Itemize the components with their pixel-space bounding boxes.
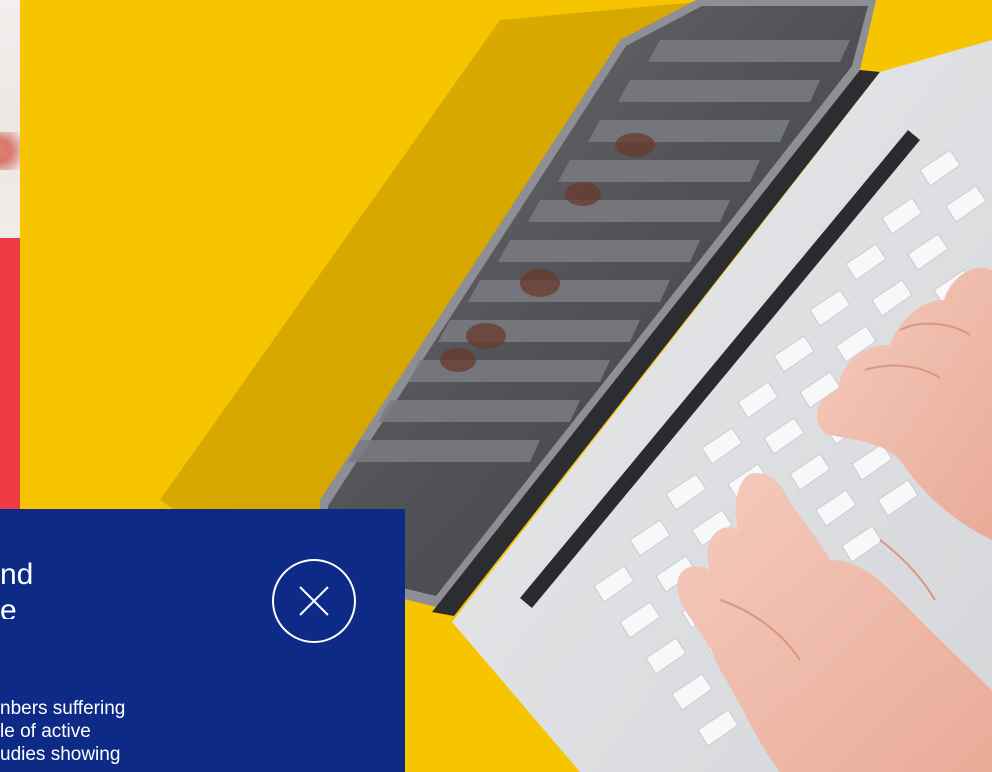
card-body-line: nbers suffering bbox=[0, 698, 126, 719]
card-title-line-2: e bbox=[0, 594, 17, 619]
card-title: nd bbox=[0, 558, 34, 591]
card-body-text: nbers suffering le of active udies showi… bbox=[0, 697, 210, 766]
close-circle-icon bbox=[299, 586, 329, 616]
close-button[interactable] bbox=[272, 559, 356, 643]
page: nd e nbers suffering le of active udies … bbox=[0, 0, 992, 772]
card-body-line: le of active bbox=[0, 721, 91, 742]
portrait-photo bbox=[0, 0, 20, 238]
red-accent-panel bbox=[0, 238, 20, 518]
card-body-line: udies showing bbox=[0, 744, 121, 765]
